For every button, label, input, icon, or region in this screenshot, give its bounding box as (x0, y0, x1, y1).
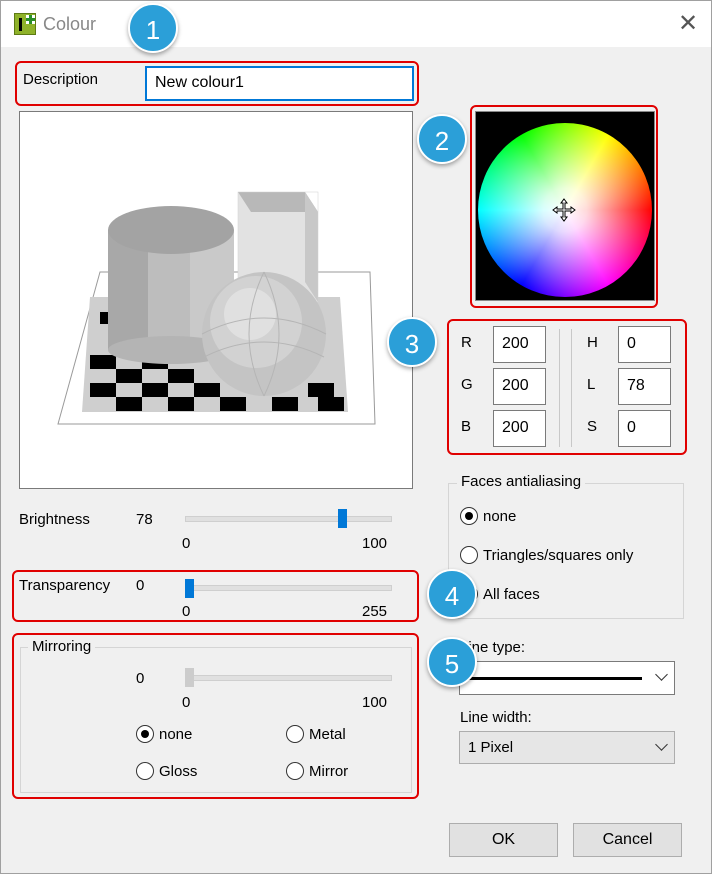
b-label: B (461, 418, 472, 435)
mirroring-min: 0 (182, 694, 191, 711)
callout-3: 3 (387, 317, 437, 367)
description-input[interactable]: New colour1 (145, 66, 414, 101)
s-input[interactable]: 0 (618, 410, 671, 447)
transparency-slider-track[interactable] (185, 585, 392, 591)
mirroring-metal-label[interactable]: Metal (309, 726, 346, 743)
g-input[interactable]: 200 (493, 368, 546, 405)
color-wheel-panel[interactable] (475, 111, 655, 301)
cancel-button[interactable]: Cancel (573, 823, 682, 857)
mirroring-metal-radio[interactable] (286, 725, 304, 743)
mirroring-slider-track (185, 675, 392, 681)
r-input[interactable]: 200 (493, 326, 546, 363)
brightness-min: 0 (182, 535, 191, 552)
antialias-triangles-label[interactable]: Triangles/squares only (483, 547, 633, 564)
mirroring-none-radio[interactable] (136, 725, 154, 743)
description-label: Description (23, 71, 99, 88)
preview-scene (57, 191, 376, 425)
window-title: Colour (43, 14, 97, 34)
line-type-preview (468, 677, 642, 680)
callout-5: 5 (427, 637, 477, 687)
transparency-slider-thumb[interactable] (185, 579, 194, 598)
mirroring-slider-thumb (185, 668, 194, 687)
app-icon (14, 13, 36, 35)
line-width-dropdown[interactable]: 1 Pixel (459, 731, 675, 764)
faces-antialiasing-title: Faces antialiasing (457, 473, 586, 490)
mirroring-max: 100 (362, 694, 388, 711)
mirroring-group (20, 647, 412, 793)
antialias-allfaces-label[interactable]: All faces (483, 586, 540, 603)
chevron-down-icon (655, 738, 668, 751)
sphere (201, 271, 327, 397)
brightness-label: Brightness (19, 511, 90, 528)
mirroring-title: Mirroring (28, 638, 96, 655)
g-label: G (461, 376, 473, 393)
callout-2: 2 (417, 114, 467, 164)
callout-4: 4 (427, 569, 477, 619)
close-icon[interactable]: ✕ (673, 9, 703, 39)
line-width-label: Line width: (460, 709, 532, 726)
transparency-min: 0 (182, 603, 191, 620)
mirroring-none-label[interactable]: none (159, 726, 192, 743)
brightness-max: 100 (362, 535, 388, 552)
antialias-none-label[interactable]: none (483, 508, 516, 525)
callout-1: 1 (128, 3, 178, 53)
antialias-triangles-radio[interactable] (460, 546, 478, 564)
line-type-dropdown[interactable] (459, 661, 675, 695)
mirroring-gloss-label[interactable]: Gloss (159, 763, 197, 780)
mirroring-gloss-radio[interactable] (136, 762, 154, 780)
b-input[interactable]: 200 (493, 410, 546, 447)
r-label: R (461, 334, 472, 351)
h-input[interactable]: 0 (618, 326, 671, 363)
l-label: L (587, 376, 596, 393)
brightness-slider-track[interactable] (185, 516, 392, 522)
3d-preview (19, 111, 413, 489)
mirroring-mirror-label[interactable]: Mirror (309, 763, 348, 780)
mirroring-mirror-radio[interactable] (286, 762, 304, 780)
transparency-max: 255 (362, 603, 388, 620)
rgb-hls-divider-2 (571, 329, 572, 447)
line-width-value: 1 Pixel (468, 739, 514, 756)
title-bar: Colour ✕ (1, 1, 711, 47)
ok-button[interactable]: OK (449, 823, 558, 857)
s-label: S (587, 418, 598, 435)
l-input[interactable]: 78 (618, 368, 671, 405)
move-cursor-icon (552, 198, 576, 222)
rgb-hls-divider (559, 329, 560, 447)
transparency-value: 0 (136, 577, 145, 594)
brightness-value: 78 (136, 511, 153, 528)
antialias-none-radio[interactable] (460, 507, 478, 525)
h-label: H (587, 334, 598, 351)
chevron-down-icon (655, 668, 668, 681)
colour-dialog: Colour ✕ Description New colour1 R 200 G… (0, 0, 712, 874)
mirroring-value: 0 (136, 670, 145, 687)
transparency-label: Transparency (19, 577, 111, 594)
brightness-slider-thumb[interactable] (338, 509, 347, 528)
